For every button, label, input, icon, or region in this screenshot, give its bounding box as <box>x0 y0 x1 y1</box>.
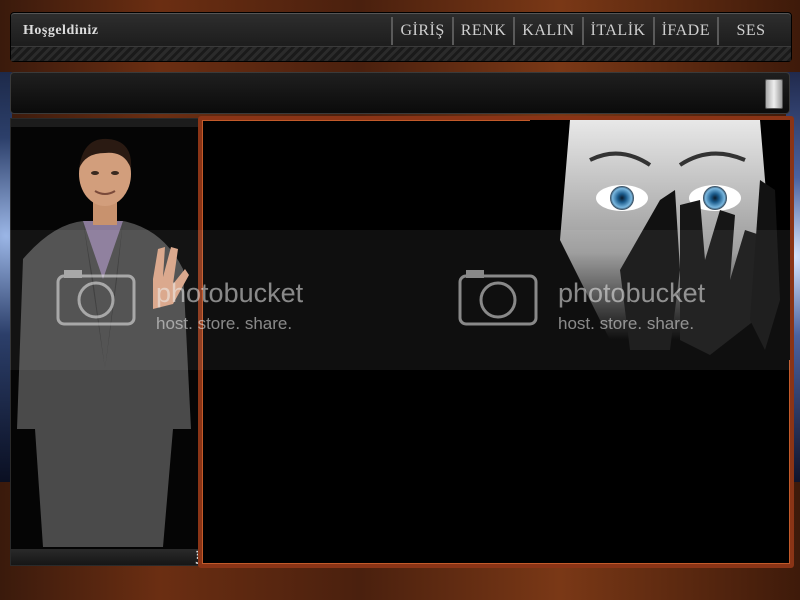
menu-kalin-button[interactable]: KALIN <box>513 17 581 45</box>
photobucket-watermark-right: photobucket host. store. share. <box>458 268 758 338</box>
watermark-tagline: host. store. share. <box>558 314 695 333</box>
watermark-brand: photobucket <box>558 278 706 308</box>
menu-ifade-button[interactable]: İFADE <box>652 17 717 45</box>
watermark-tagline: host. store. share. <box>156 314 293 333</box>
menu-bar-hatch-strip <box>11 46 791 61</box>
user-list-header <box>11 119 199 127</box>
top-menu-bar: Hoşgeldiniz GİRİŞ RENK KALIN İTALİK İFAD… <box>10 12 792 62</box>
camera-icon <box>458 270 538 326</box>
menu-giris-button[interactable]: GİRİŞ <box>391 17 451 45</box>
message-toolbar <box>10 72 790 114</box>
user-list-footer: ℥ <box>11 549 203 565</box>
menu-ses-button[interactable]: SES <box>717 17 783 45</box>
menu-italik-button[interactable]: İTALİK <box>581 17 653 45</box>
scrollbar-thumb[interactable] <box>765 79 783 109</box>
main-menu: GİRİŞ RENK KALIN İTALİK İFADE SES <box>391 17 783 45</box>
camera-icon <box>56 270 136 326</box>
watermark-brand: photobucket <box>156 278 304 308</box>
welcome-label: Hoşgeldiniz <box>23 23 99 38</box>
menu-renk-button[interactable]: RENK <box>451 17 514 45</box>
photobucket-watermark-left: photobucket host. store. share. <box>56 268 346 338</box>
